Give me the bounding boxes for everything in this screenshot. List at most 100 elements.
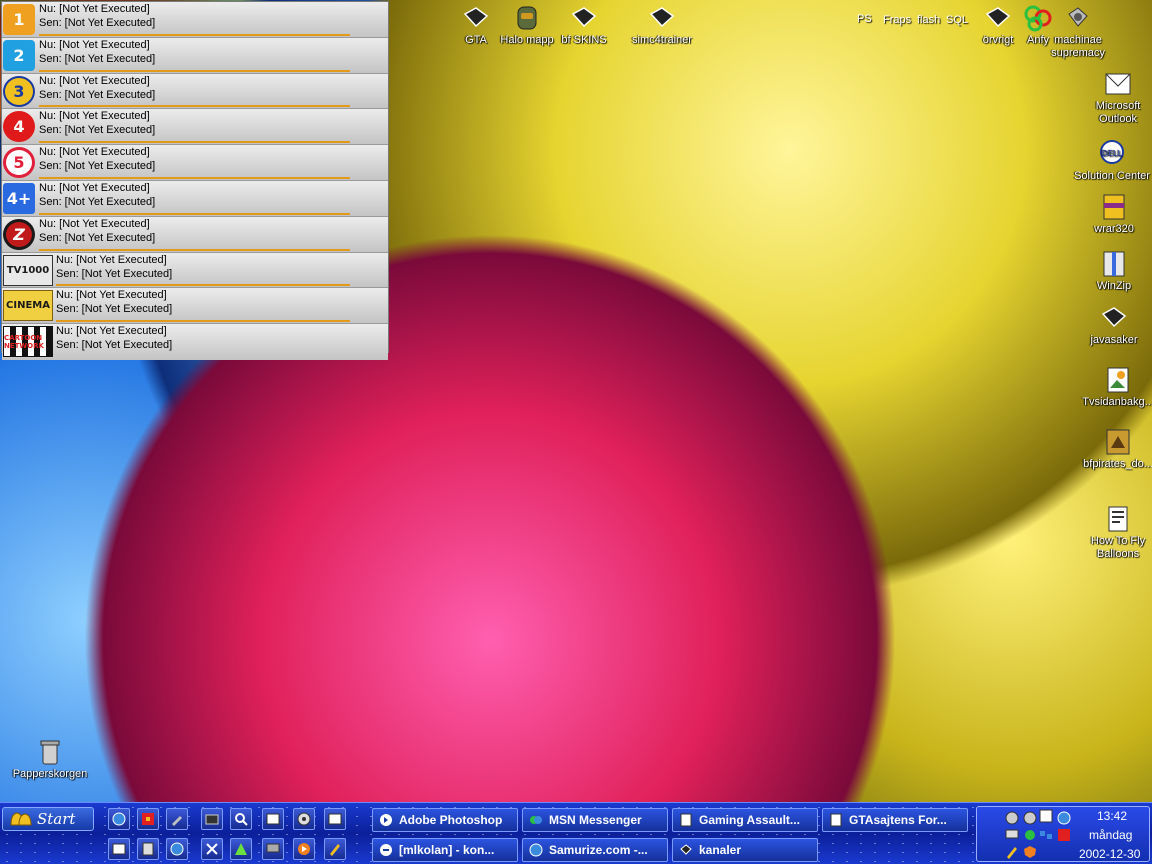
desktop-icon-microsoft-outlook[interactable]: Microsoft Outlook xyxy=(1080,70,1152,126)
channel-row[interactable]: 4 Nu: [Not Yet Executed] Sen: [Not Yet E… xyxy=(2,109,388,146)
progress-bar xyxy=(39,69,350,72)
quicklaunch-calculator[interactable] xyxy=(137,838,159,860)
network-tray-icon[interactable] xyxy=(1039,828,1053,842)
desktop-icon-solution-center[interactable]: DELL Solution Center xyxy=(1074,140,1150,183)
progress-bar xyxy=(39,105,350,108)
desktop-icon-winzip[interactable]: WinZip xyxy=(1076,250,1152,293)
desktop-icon-simc4trainer[interactable]: simc4trainer xyxy=(624,4,700,47)
browser-page-icon xyxy=(830,813,842,827)
now-playing-text: Nu: [Not Yet Executed] xyxy=(39,217,150,230)
clock-day[interactable]: måndag xyxy=(1089,828,1132,842)
wrench-icon xyxy=(172,816,182,826)
desktop-icon-javasaker[interactable]: javasaker xyxy=(1076,304,1152,347)
desktop-icon-label: WinZip xyxy=(1096,280,1132,292)
disc-tray-icon[interactable] xyxy=(1005,811,1019,825)
quicklaunch-media-player[interactable] xyxy=(293,838,315,860)
monitor-tray-icon[interactable] xyxy=(1005,828,1019,842)
quicklaunch-delta[interactable] xyxy=(230,838,252,860)
document-shortcut-icon xyxy=(1108,506,1128,532)
desktop-icon-label: bfpirates_do... xyxy=(1083,458,1152,470)
desktop-icon-label: machinae supremacy xyxy=(1051,34,1105,59)
folder-shortcut-icon xyxy=(680,844,692,855)
next-playing-text: Sen: [Not Yet Executed] xyxy=(39,231,156,244)
quicklaunch-disc[interactable] xyxy=(293,808,315,830)
progress-bar xyxy=(39,248,350,251)
shield-tray-icon[interactable] xyxy=(1023,845,1037,859)
desktop-icon-recycle-bin[interactable]: Papperskorgen xyxy=(12,738,88,781)
channel-row[interactable]: 1 Nu: [Not Yet Executed] Sen: [Not Yet E… xyxy=(2,2,388,38)
next-playing-text: Sen: [Not Yet Executed] xyxy=(56,267,173,280)
channel-row[interactable]: 2 Nu: [Not Yet Executed] Sen: [Not Yet E… xyxy=(2,37,388,74)
quicklaunch-window[interactable] xyxy=(262,808,284,830)
desktop-label-ps[interactable]: PS xyxy=(857,13,872,25)
task-button-photoshop[interactable]: Adobe Photoshop xyxy=(372,808,518,832)
calculator-icon xyxy=(142,842,154,856)
desktop-label-fraps[interactable]: Fraps xyxy=(883,14,911,26)
channel-logo: 5 xyxy=(3,147,35,179)
channel-row[interactable]: 4+ Nu: [Not Yet Executed] Sen: [Not Yet … xyxy=(2,180,388,217)
progress-bar xyxy=(56,284,350,287)
desktop-icon-label: wrar320 xyxy=(1094,223,1134,235)
clock-time[interactable]: 13:42 xyxy=(1097,809,1127,823)
desktop-icon-tvsidanbakg[interactable]: Tvsidanbakg... xyxy=(1080,366,1152,409)
photoshop-icon xyxy=(380,814,392,826)
channel-row[interactable]: TV1000 Nu: [Not Yet Executed] Sen: [Not … xyxy=(2,252,388,289)
next-playing-text: Sen: [Not Yet Executed] xyxy=(39,17,156,29)
quicklaunch-search[interactable] xyxy=(230,808,252,830)
quicklaunch-desktop[interactable] xyxy=(324,808,346,830)
globe-icon xyxy=(112,812,126,826)
image-file-icon xyxy=(1107,367,1129,393)
progress-bar xyxy=(39,141,350,144)
channel-row[interactable]: 5 Nu: [Not Yet Executed] Sen: [Not Yet E… xyxy=(2,145,388,181)
dell-logo-icon: DELL xyxy=(1100,140,1124,164)
next-playing-text: Sen: [Not Yet Executed] xyxy=(39,160,156,173)
globe-tray-icon[interactable] xyxy=(1057,811,1071,825)
quicklaunch-internet-explorer[interactable] xyxy=(108,808,130,830)
quicklaunch-monitor[interactable] xyxy=(262,838,284,860)
channel-row[interactable]: CINEMA Nu: [Not Yet Executed] Sen: [Not … xyxy=(2,288,388,325)
desktop-icon-wrar320[interactable]: wrar320 xyxy=(1076,193,1152,236)
task-button-msn-messenger[interactable]: MSN Messenger xyxy=(522,808,668,832)
quicklaunch-app[interactable] xyxy=(201,808,223,830)
quicklaunch-pencil[interactable] xyxy=(324,838,346,860)
desktop-label-flash[interactable]: flash xyxy=(917,14,940,26)
progress-bar xyxy=(39,176,350,179)
channel-logo: CINEMA xyxy=(3,290,53,322)
quicklaunch-close-app[interactable] xyxy=(201,838,223,860)
monitor-icon xyxy=(266,843,280,853)
quicklaunch-browser[interactable] xyxy=(166,838,188,860)
system-tray: 13:42 måndag 2002-12-30 xyxy=(976,806,1150,862)
disc-tray-icon[interactable] xyxy=(1023,811,1037,825)
clock-date[interactable]: 2002-12-30 xyxy=(1079,847,1140,861)
window-icon xyxy=(328,813,342,825)
start-button[interactable]: Start xyxy=(2,807,94,831)
security-tray-icon[interactable] xyxy=(1057,828,1071,842)
pencil-tray-icon[interactable] xyxy=(1005,845,1019,859)
now-playing-text: Nu: [Not Yet Executed] xyxy=(56,253,167,266)
task-button-mlkolan[interactable]: [mlkolan] - kon... xyxy=(372,838,518,862)
channel-row[interactable]: Z Nu: [Not Yet Executed] Sen: [Not Yet E… xyxy=(2,216,388,253)
task-button-gaming-assault[interactable]: Gaming Assault... xyxy=(672,808,818,832)
desktop-icon-bfpirates[interactable]: bfpirates_do... xyxy=(1080,428,1152,471)
messenger-icon xyxy=(530,816,542,824)
channel-logo: 4 xyxy=(3,111,35,143)
quicklaunch-media[interactable] xyxy=(137,808,159,830)
next-playing-text: Sen: [Not Yet Executed] xyxy=(39,195,156,208)
desktop-icon-machinae-supremacy[interactable]: machinae supremacy xyxy=(1040,4,1116,60)
quicklaunch-tool[interactable] xyxy=(166,808,188,830)
triangle-icon xyxy=(235,843,247,855)
task-button-samurize[interactable]: Samurize.com -... xyxy=(522,838,668,862)
channel-row[interactable]: CARTOON NETWORK Nu: [Not Yet Executed] S… xyxy=(2,324,388,360)
channel-logo: 4+ xyxy=(3,182,35,214)
messenger-tray-icon[interactable] xyxy=(1023,828,1037,842)
task-button-kanaler[interactable]: kanaler xyxy=(672,838,818,862)
desktop-icon-label: bf SKINS xyxy=(561,34,607,46)
quicklaunch-window-2[interactable] xyxy=(108,838,130,860)
task-button-gtasajtens[interactable]: GTAsajtens For... xyxy=(822,808,968,832)
now-playing-text: Nu: [Not Yet Executed] xyxy=(39,181,150,194)
desktop-icon-bf-skins[interactable]: bf SKINS xyxy=(546,4,622,47)
channel-row[interactable]: 3 Nu: [Not Yet Executed] Sen: [Not Yet E… xyxy=(2,73,388,110)
desktop-icon-how-to-fly-balloons[interactable]: How To Fly Balloons xyxy=(1080,505,1152,561)
now-playing-text: Nu: [Not Yet Executed] xyxy=(56,289,167,302)
calendar-tray-icon[interactable] xyxy=(1039,809,1053,823)
